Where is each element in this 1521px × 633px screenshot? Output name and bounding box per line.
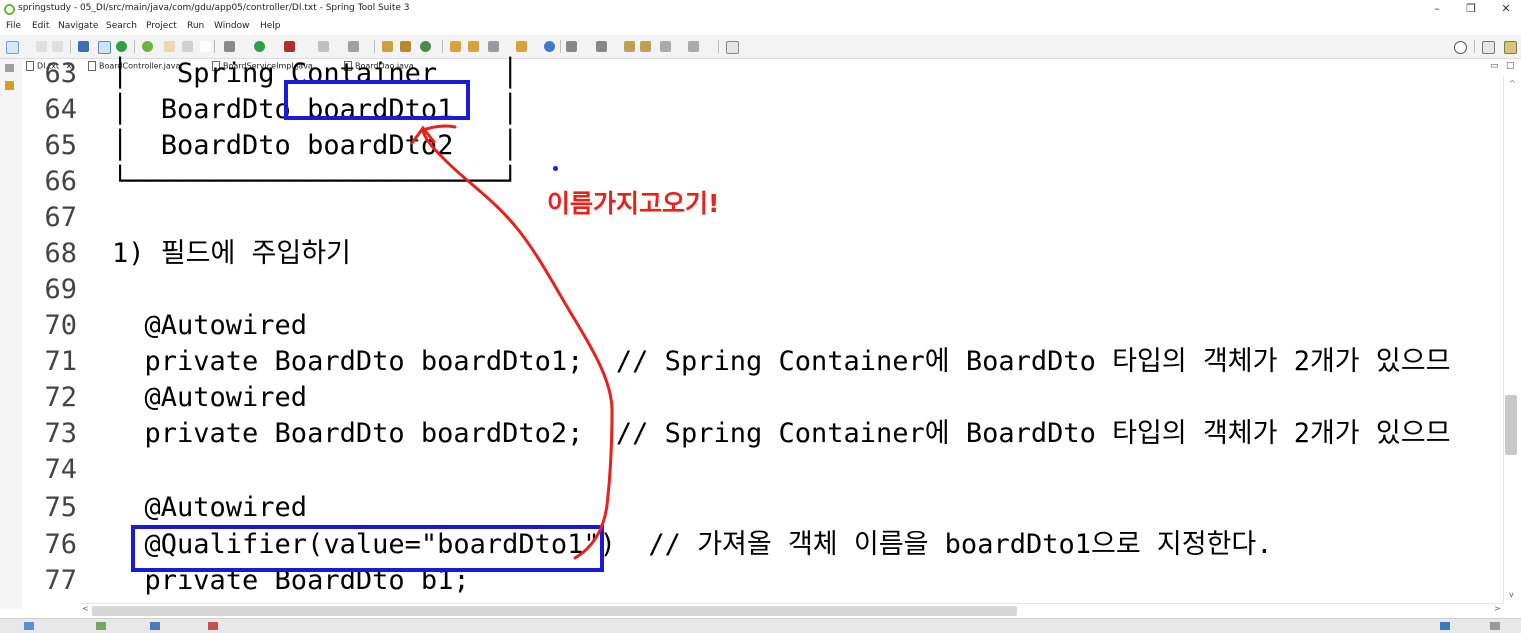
- annotation-dot: [553, 166, 558, 171]
- scroll-up-icon[interactable]: ^: [1509, 79, 1516, 88]
- annotation-arrow: [410, 124, 614, 560]
- horizontal-scroll-thumb[interactable]: [92, 606, 1017, 616]
- scroll-left-icon[interactable]: <: [82, 604, 89, 613]
- bottom-views-bar: [0, 618, 1521, 633]
- problems-icon[interactable]: [208, 622, 218, 630]
- annotation-label: 이름가지고오기!: [547, 189, 720, 218]
- console-icon[interactable]: [24, 622, 34, 630]
- progress-icon[interactable]: [150, 622, 160, 630]
- arrow-head-stroke: [421, 124, 457, 132]
- servers-icon[interactable]: [96, 622, 106, 630]
- vertical-scroll-thumb[interactable]: [1505, 395, 1517, 455]
- minimize-view-icon[interactable]: [1490, 622, 1500, 630]
- scroll-right-icon[interactable]: >: [1494, 604, 1501, 613]
- vertical-scrollbar[interactable]: ^ v: [1503, 76, 1521, 603]
- scroll-down-icon[interactable]: v: [1509, 590, 1514, 599]
- view-toolbar-icon[interactable]: [1440, 622, 1450, 630]
